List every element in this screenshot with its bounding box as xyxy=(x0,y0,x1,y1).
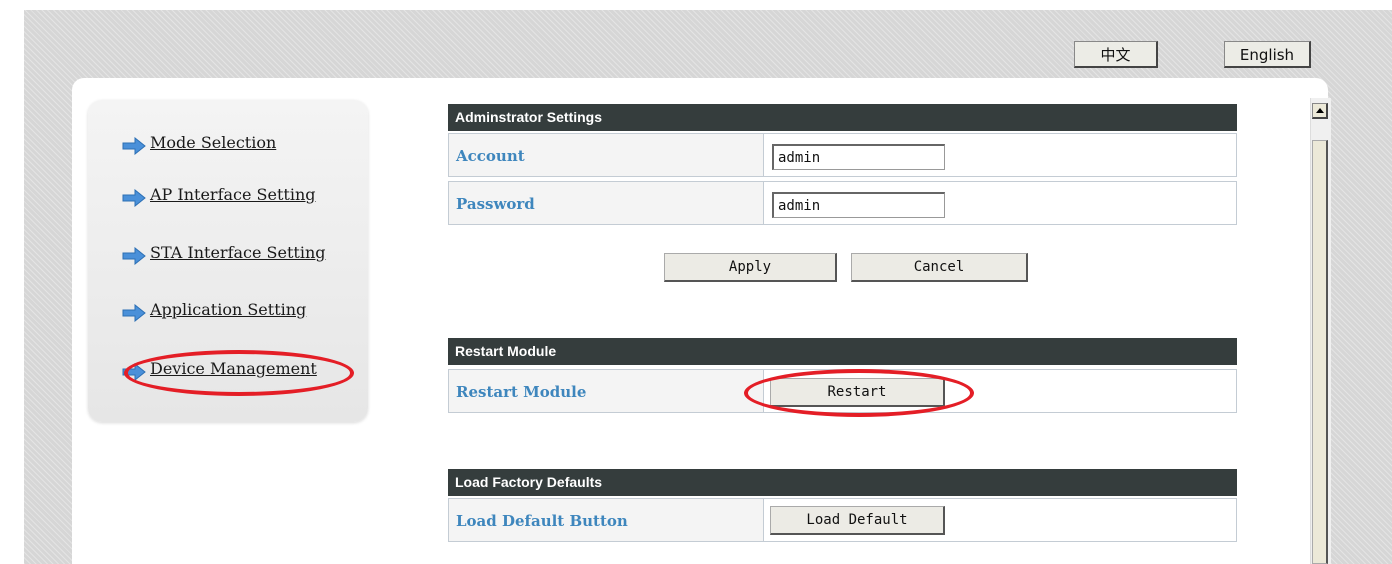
restart-button[interactable]: Restart xyxy=(770,378,945,407)
admin-settings-header: Adminstrator Settings xyxy=(448,104,1237,131)
sidebar-item-label: STA Interface Setting xyxy=(150,242,326,262)
scroll-up-button[interactable] xyxy=(1312,103,1328,119)
arrow-right-icon xyxy=(122,304,146,322)
load-default-button[interactable]: Load Default xyxy=(770,506,945,535)
sidebar-item-label: Application Setting xyxy=(150,299,307,319)
sidebar-item-ap-interface-setting[interactable]: AP Interface Setting xyxy=(122,182,316,207)
load-default-label: Load Default Button xyxy=(449,499,764,541)
restart-module-label: Restart Module xyxy=(449,370,764,412)
triangle-up-icon xyxy=(1316,108,1324,113)
sidebar-item-application-setting[interactable]: Application Setting xyxy=(122,297,307,322)
chinese-language-button[interactable]: 中文 xyxy=(1074,41,1158,68)
account-input[interactable] xyxy=(772,144,945,170)
password-row: Password xyxy=(448,181,1237,225)
arrow-right-icon xyxy=(122,137,146,155)
english-language-button[interactable]: English xyxy=(1224,41,1311,68)
arrow-right-icon xyxy=(122,247,146,265)
scrollbar-thumb[interactable] xyxy=(1312,140,1328,564)
apply-button[interactable]: Apply xyxy=(664,253,837,282)
password-input[interactable] xyxy=(772,192,945,218)
cancel-button[interactable]: Cancel xyxy=(851,253,1028,282)
sidebar-item-label: Mode Selection xyxy=(150,132,277,152)
sidebar-item-label: Device Management xyxy=(150,358,317,378)
sidebar-item-device-management[interactable]: Device Management xyxy=(122,356,317,381)
sidebar-item-mode-selection[interactable]: Mode Selection xyxy=(122,130,277,155)
arrow-right-icon xyxy=(122,189,146,207)
account-label: Account xyxy=(449,134,764,176)
account-row: Account xyxy=(448,133,1237,177)
sidebar-item-label: AP Interface Setting xyxy=(150,184,316,204)
restart-module-header: Restart Module xyxy=(448,338,1237,365)
load-factory-defaults-header: Load Factory Defaults xyxy=(448,469,1237,496)
arrow-right-icon xyxy=(122,363,146,381)
sidebar-item-sta-interface-setting[interactable]: STA Interface Setting xyxy=(122,240,326,265)
password-label: Password xyxy=(449,182,764,224)
